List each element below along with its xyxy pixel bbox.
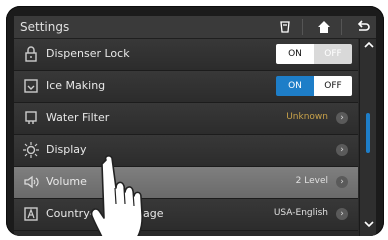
scroll-up-icon[interactable] bbox=[360, 39, 376, 57]
toggle-off[interactable]: OFF bbox=[314, 76, 352, 96]
row-ice-making[interactable]: Ice Making ON OFF bbox=[14, 71, 358, 103]
chevron-right-icon: › bbox=[336, 112, 348, 124]
pointing-hand-icon bbox=[86, 154, 156, 236]
chevron-right-icon: › bbox=[336, 144, 348, 156]
scroll-thumb[interactable] bbox=[366, 113, 370, 153]
toggle-on[interactable]: ON bbox=[276, 76, 314, 96]
row-dispenser-lock[interactable]: Dispenser Lock ON OFF bbox=[14, 39, 358, 71]
language-icon bbox=[22, 205, 40, 223]
filter-icon[interactable] bbox=[277, 19, 293, 35]
settings-screen: Settings Dispenser Lock ON OFF Ice Makin… bbox=[14, 16, 376, 236]
ice-making-toggle[interactable]: ON OFF bbox=[276, 76, 352, 96]
scroll-down-icon[interactable] bbox=[360, 218, 376, 236]
scrollbar[interactable] bbox=[359, 39, 376, 236]
volume-level: 2 Level bbox=[295, 176, 328, 186]
row-display[interactable]: Display › bbox=[14, 135, 358, 167]
appliance-bezel: Settings Dispenser Lock ON OFF Ice Makin… bbox=[6, 6, 384, 236]
dispenser-lock-toggle[interactable]: ON OFF bbox=[276, 44, 352, 64]
divider bbox=[302, 19, 303, 35]
row-country-language[interactable]: Country- uage USA-English › bbox=[14, 199, 358, 231]
row-label: Water Filter bbox=[46, 111, 110, 124]
ice-icon bbox=[22, 77, 40, 95]
lock-icon bbox=[22, 45, 40, 63]
row-water-filter[interactable]: Water Filter Unknown › bbox=[14, 103, 358, 135]
row-label: Ice Making bbox=[46, 79, 106, 92]
row-label: Dispenser Lock bbox=[46, 47, 130, 60]
chevron-right-icon: › bbox=[336, 176, 348, 188]
volume-icon bbox=[22, 173, 40, 191]
top-bar: Settings bbox=[14, 16, 376, 39]
toggle-off[interactable]: OFF bbox=[314, 44, 352, 64]
language-value: USA-English bbox=[273, 208, 328, 218]
row-label: Volume bbox=[46, 175, 87, 188]
row-volume[interactable]: Volume 2 Level › bbox=[14, 167, 358, 199]
filter-status: Unknown bbox=[286, 112, 328, 122]
home-icon[interactable] bbox=[316, 19, 332, 35]
water-filter-icon bbox=[22, 109, 40, 127]
row-label: Display bbox=[46, 143, 87, 156]
settings-list: Dispenser Lock ON OFF Ice Making ON OFF bbox=[14, 39, 358, 236]
divider bbox=[341, 19, 342, 35]
display-icon bbox=[22, 141, 40, 159]
page-title: Settings bbox=[20, 20, 70, 34]
back-icon[interactable] bbox=[355, 19, 371, 35]
toggle-on[interactable]: ON bbox=[276, 44, 314, 64]
chevron-right-icon: › bbox=[336, 208, 348, 220]
